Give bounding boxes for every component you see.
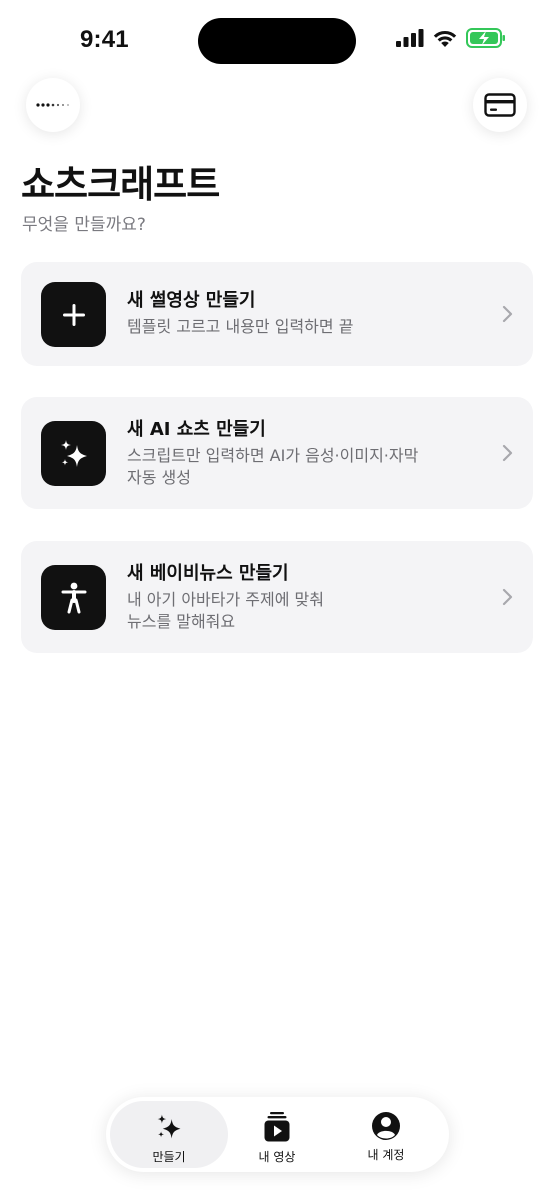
bottom-tab-bar: 만들기 내 영상 내 계정 xyxy=(106,1097,449,1172)
tab-label: 만들기 xyxy=(152,1150,186,1164)
chevron-right-icon xyxy=(502,305,513,323)
card-title: 새 베이비뉴스 만들기 xyxy=(127,563,289,584)
card-icon-tile xyxy=(41,421,106,486)
person-icon xyxy=(61,582,86,613)
card-description: 템플릿 고르고 내용만 입력하면 끝 xyxy=(127,317,354,336)
status-bar: 9:41 xyxy=(0,0,554,80)
tab-label: 내 계정 xyxy=(367,1148,405,1162)
dots-icon xyxy=(36,103,69,107)
create-baby-news-card[interactable]: 새 베이비뉴스 만들기 내 아기 아바타가 주제에 맞춰 뉴스를 말해줘요 xyxy=(21,541,533,653)
sparkles-icon xyxy=(60,439,87,467)
cellular-signal-icon xyxy=(396,29,424,47)
tab-create[interactable]: 만들기 xyxy=(110,1101,228,1168)
card-icon-tile xyxy=(41,565,106,630)
tab-my-videos[interactable]: 내 영상 xyxy=(218,1101,336,1168)
create-story-video-card[interactable]: 새 썰영상 만들기 템플릿 고르고 내용만 입력하면 끝 xyxy=(21,262,533,366)
plus-icon xyxy=(62,303,85,326)
chevron-right-icon xyxy=(502,588,513,606)
video-library-icon xyxy=(264,1112,290,1142)
sparkles-icon xyxy=(157,1114,181,1139)
battery-charging-icon xyxy=(466,28,505,48)
chevron-right-icon xyxy=(502,444,513,462)
page-title: 쇼츠크래프트 xyxy=(21,163,220,206)
card-title: 새 AI 쇼츠 만들기 xyxy=(127,419,266,440)
card-description: 내 아기 아바타가 주제에 맞춰 뉴스를 말해줘요 xyxy=(127,590,324,631)
wifi-icon xyxy=(433,30,457,47)
card-title: 새 썰영상 만들기 xyxy=(127,290,256,311)
tab-my-account[interactable]: 내 계정 xyxy=(327,1101,445,1168)
card-icon-tile xyxy=(41,282,106,347)
tab-label: 내 영상 xyxy=(258,1150,296,1164)
dynamic-island xyxy=(198,18,356,64)
status-time: 9:41 xyxy=(80,26,129,53)
page-subtitle: 무엇을 만들까요? xyxy=(22,215,146,235)
card-description: 스크립트만 입력하면 AI가 음성·이미지·자막 자동 생성 xyxy=(127,446,419,487)
account-icon xyxy=(372,1112,400,1140)
status-icons xyxy=(396,28,506,48)
menu-button[interactable] xyxy=(26,78,80,132)
payment-button[interactable] xyxy=(473,78,527,132)
create-ai-shorts-card[interactable]: 새 AI 쇼츠 만들기 스크립트만 입력하면 AI가 음성·이미지·자막 자동 … xyxy=(21,397,533,509)
credit-card-icon xyxy=(484,93,516,117)
